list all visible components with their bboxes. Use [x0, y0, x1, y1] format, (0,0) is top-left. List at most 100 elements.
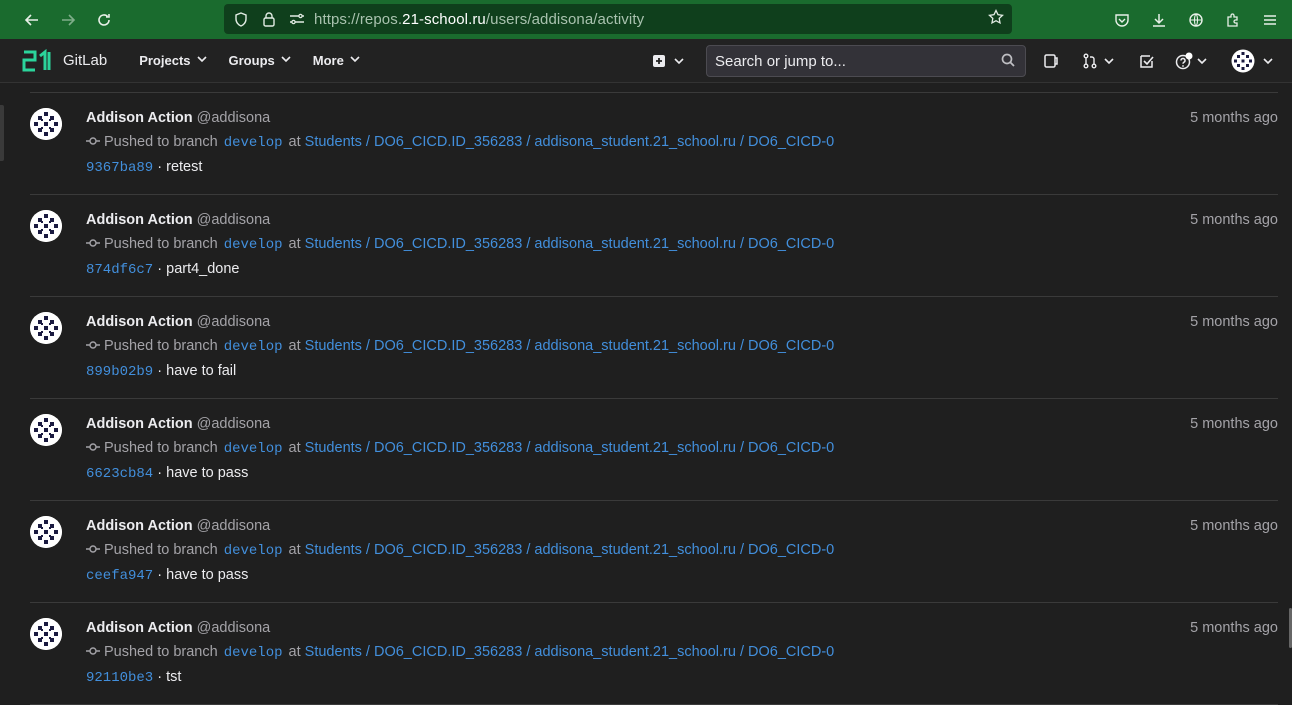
merge-requests-button[interactable]: [1082, 39, 1114, 83]
pocket-button[interactable]: [1103, 0, 1140, 39]
commit-sha-link[interactable]: 874df6c7: [86, 262, 153, 278]
event-action: Pushed to branch develop at Students / D…: [86, 134, 834, 151]
merge-request-icon: [1083, 53, 1097, 69]
commit-sha-link[interactable]: ceefa947: [86, 568, 153, 584]
user-menu-button[interactable]: [1231, 39, 1273, 83]
menu-groups[interactable]: Groups: [229, 53, 291, 68]
reload-button[interactable]: [86, 0, 122, 39]
author-username[interactable]: @addisona: [197, 620, 271, 636]
author-name[interactable]: Addison Action: [86, 416, 193, 432]
app-name[interactable]: GitLab: [63, 52, 107, 69]
branch-link[interactable]: develop: [224, 645, 283, 661]
address-bar[interactable]: https://repos.21-school.ru/users/addison…: [224, 4, 1012, 34]
action-text: Pushed to branch: [104, 236, 218, 252]
avatar[interactable]: [30, 414, 62, 446]
project-link[interactable]: Students / DO6_CICD.ID_356283 / addisona…: [305, 542, 835, 558]
author-username[interactable]: @addisona: [197, 110, 271, 126]
commit-message: have to fail: [166, 363, 237, 379]
branch-link[interactable]: develop: [224, 135, 283, 151]
commit-message: have to pass: [166, 567, 249, 583]
todo-check-icon: [1140, 55, 1154, 68]
avatar[interactable]: [30, 516, 62, 548]
event-action: Pushed to branch develop at Students / D…: [86, 542, 834, 559]
project-link[interactable]: Students / DO6_CICD.ID_356283 / addisona…: [305, 338, 835, 354]
author-name[interactable]: Addison Action: [86, 620, 193, 636]
lock-icon[interactable]: [258, 11, 280, 27]
event-commit: ceefa947 · have to pass: [86, 567, 248, 584]
branch-link[interactable]: develop: [224, 543, 283, 559]
event-item: Addison Action @addisona 5 months ago Pu…: [30, 501, 1278, 603]
project-link[interactable]: Students / DO6_CICD.ID_356283 / addisona…: [305, 644, 835, 660]
event-author: Addison Action @addisona: [86, 416, 270, 432]
help-question-icon: [1175, 52, 1193, 70]
author-username[interactable]: @addisona: [197, 314, 271, 330]
action-text: Pushed to branch: [104, 338, 218, 354]
event-time: 5 months ago: [1190, 416, 1278, 432]
todos-button[interactable]: [1139, 39, 1155, 83]
event-author: Addison Action @addisona: [86, 110, 270, 126]
author-name[interactable]: Addison Action: [86, 110, 193, 126]
gitlab-logo[interactable]: [22, 48, 52, 74]
branch-link[interactable]: develop: [224, 339, 283, 355]
new-item-button[interactable]: [652, 39, 684, 83]
author-username[interactable]: @addisona: [197, 212, 271, 228]
issues-button[interactable]: [1043, 39, 1059, 83]
project-link[interactable]: Students / DO6_CICD.ID_356283 / addisona…: [305, 134, 835, 150]
back-button[interactable]: [14, 0, 50, 39]
avatar[interactable]: [30, 618, 62, 650]
event-item: Addison Action @addisona 5 months ago Pu…: [30, 603, 1278, 705]
site-permissions-icon[interactable]: [286, 12, 308, 26]
commit-sha-link[interactable]: 92110be3: [86, 670, 153, 686]
event-commit: 9367ba89 · retest: [86, 159, 202, 176]
commit-sha-link[interactable]: 9367ba89: [86, 160, 153, 176]
downloads-button[interactable]: [1140, 0, 1177, 39]
author-name[interactable]: Addison Action: [86, 314, 193, 330]
event-item: Addison Action @addisona 5 months ago Pu…: [30, 93, 1278, 195]
project-link[interactable]: Students / DO6_CICD.ID_356283 / addisona…: [305, 236, 835, 252]
help-button[interactable]: [1175, 39, 1207, 83]
search-icon[interactable]: [1001, 53, 1015, 70]
avatar[interactable]: [30, 108, 62, 140]
event-time: 5 months ago: [1190, 314, 1278, 330]
separator-dot: ·: [157, 567, 163, 583]
chevron-down-icon: [1197, 57, 1207, 64]
chevron-down-icon: [1104, 57, 1114, 64]
chevron-down-icon: [281, 55, 291, 66]
menu-projects[interactable]: Projects: [139, 53, 207, 68]
menu-more[interactable]: More: [313, 53, 360, 68]
url-text: https://repos.21-school.ru/users/addison…: [314, 10, 645, 28]
chevron-down-icon: [196, 55, 207, 66]
at-text: at: [288, 542, 301, 558]
avatar-icon: [30, 516, 62, 548]
author-name[interactable]: Addison Action: [86, 518, 193, 534]
arrow-left-icon: [24, 13, 38, 26]
event-commit: 6623cb84 · have to pass: [86, 465, 248, 482]
event-item: Addison Action @addisona 5 months ago Pu…: [30, 297, 1278, 399]
project-link[interactable]: Students / DO6_CICD.ID_356283 / addisona…: [305, 440, 835, 456]
at-text: at: [288, 236, 301, 252]
branch-link[interactable]: develop: [224, 441, 283, 457]
search-input[interactable]: [715, 52, 995, 70]
author-username[interactable]: @addisona: [197, 518, 271, 534]
forward-button[interactable]: [50, 0, 86, 39]
vpn-button[interactable]: [1177, 0, 1214, 39]
puzzle-icon: [1226, 12, 1238, 27]
commit-icon: [86, 340, 100, 353]
gitlab-header: GitLab Projects Groups More: [0, 39, 1292, 83]
action-text: Pushed to branch: [104, 134, 218, 150]
branch-link[interactable]: develop: [224, 237, 283, 253]
separator-dot: ·: [157, 363, 163, 379]
author-username[interactable]: @addisona: [197, 416, 271, 432]
search-box[interactable]: [706, 45, 1026, 77]
chevron-down-icon: [350, 55, 360, 66]
avatar-icon: [30, 108, 62, 140]
avatar[interactable]: [30, 312, 62, 344]
shield-icon[interactable]: [230, 11, 252, 27]
commit-sha-link[interactable]: 6623cb84: [86, 466, 153, 482]
avatar[interactable]: [30, 210, 62, 242]
app-menu-button[interactable]: [1251, 0, 1288, 39]
bookmark-star-icon[interactable]: [988, 8, 1004, 30]
extensions-button[interactable]: [1214, 0, 1251, 39]
author-name[interactable]: Addison Action: [86, 212, 193, 228]
commit-sha-link[interactable]: 899b02b9: [86, 364, 153, 380]
